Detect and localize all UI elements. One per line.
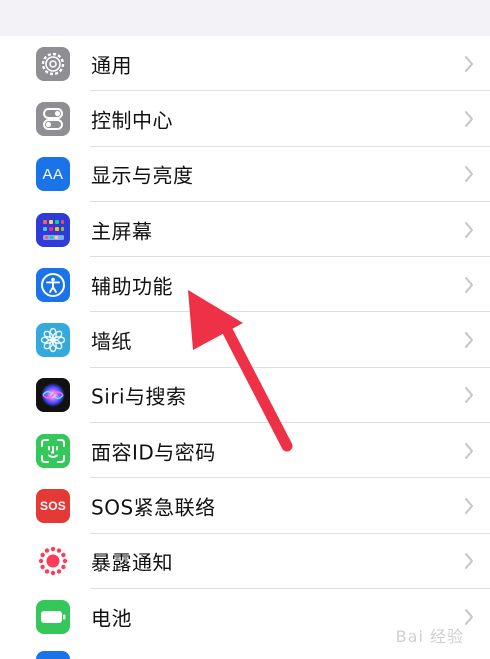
settings-list: 通用 控制中心 AA 显示与亮度 主屏幕 辅助功能 墙纸 Siri与搜索 面容I… xyxy=(0,36,490,645)
settings-row-label: Siri与搜索 xyxy=(91,384,187,409)
settings-row-home-screen[interactable]: 主屏幕 xyxy=(0,201,490,258)
chevron-right-icon xyxy=(465,498,473,515)
chevron-right-icon xyxy=(465,110,473,127)
accessibility-icon xyxy=(36,267,70,302)
home-screen-icon xyxy=(36,212,70,247)
display-aa-glyph: AA xyxy=(42,165,64,183)
settings-row-display-brightness[interactable]: AA 显示与亮度 xyxy=(0,146,490,203)
settings-row-label: 辅助功能 xyxy=(91,274,173,299)
chevron-right-icon xyxy=(465,442,473,459)
siri-icon xyxy=(36,378,70,413)
settings-row-label: SOS紧急联络 xyxy=(91,495,216,520)
face-id-icon xyxy=(36,433,70,468)
settings-row-label: 显示与亮度 xyxy=(91,163,194,188)
top-grouped-background xyxy=(0,0,490,36)
settings-row-label: 墙纸 xyxy=(91,329,132,354)
settings-row-wallpaper[interactable]: 墙纸 xyxy=(0,312,490,369)
battery-icon xyxy=(36,599,70,634)
gear-icon xyxy=(36,46,70,81)
settings-row-battery[interactable]: 电池 xyxy=(0,588,490,645)
chevron-right-icon xyxy=(465,55,473,72)
settings-row-label: 通用 xyxy=(91,53,132,78)
chevron-right-icon xyxy=(465,553,473,570)
partial-row-icon xyxy=(36,651,70,659)
display-aa-icon: AA xyxy=(36,157,70,192)
settings-row-label: 电池 xyxy=(91,606,132,631)
chevron-right-icon xyxy=(465,166,473,183)
chevron-right-icon xyxy=(465,608,473,625)
sos-icon: SOS xyxy=(36,489,70,524)
chevron-right-icon xyxy=(465,221,473,238)
settings-row-control-center[interactable]: 控制中心 xyxy=(0,91,490,147)
settings-row-emergency-sos[interactable]: SOS SOS紧急联络 xyxy=(0,478,490,534)
settings-row-label: 主屏幕 xyxy=(91,219,153,244)
settings-row-label: 控制中心 xyxy=(91,108,173,133)
exposure-notification-icon xyxy=(36,544,70,579)
settings-row-exposure-notifications[interactable]: 暴露通知 xyxy=(0,533,490,590)
settings-row-siri-search[interactable]: Siri与搜索 xyxy=(0,367,490,424)
sos-glyph: SOS xyxy=(40,499,66,514)
settings-row-general[interactable]: 通用 xyxy=(0,36,490,92)
settings-row-label: 面容ID与密码 xyxy=(91,440,216,465)
settings-row-face-id-passcode[interactable]: 面容ID与密码 xyxy=(0,423,490,479)
settings-row-accessibility[interactable]: 辅助功能 xyxy=(0,257,490,313)
settings-row-partial[interactable] xyxy=(0,651,490,659)
control-center-icon xyxy=(36,101,70,136)
settings-row-label: 暴露通知 xyxy=(91,550,173,575)
chevron-right-icon xyxy=(465,387,473,404)
wallpaper-flower-icon xyxy=(36,323,70,358)
chevron-right-icon xyxy=(465,276,473,293)
chevron-right-icon xyxy=(465,332,473,349)
